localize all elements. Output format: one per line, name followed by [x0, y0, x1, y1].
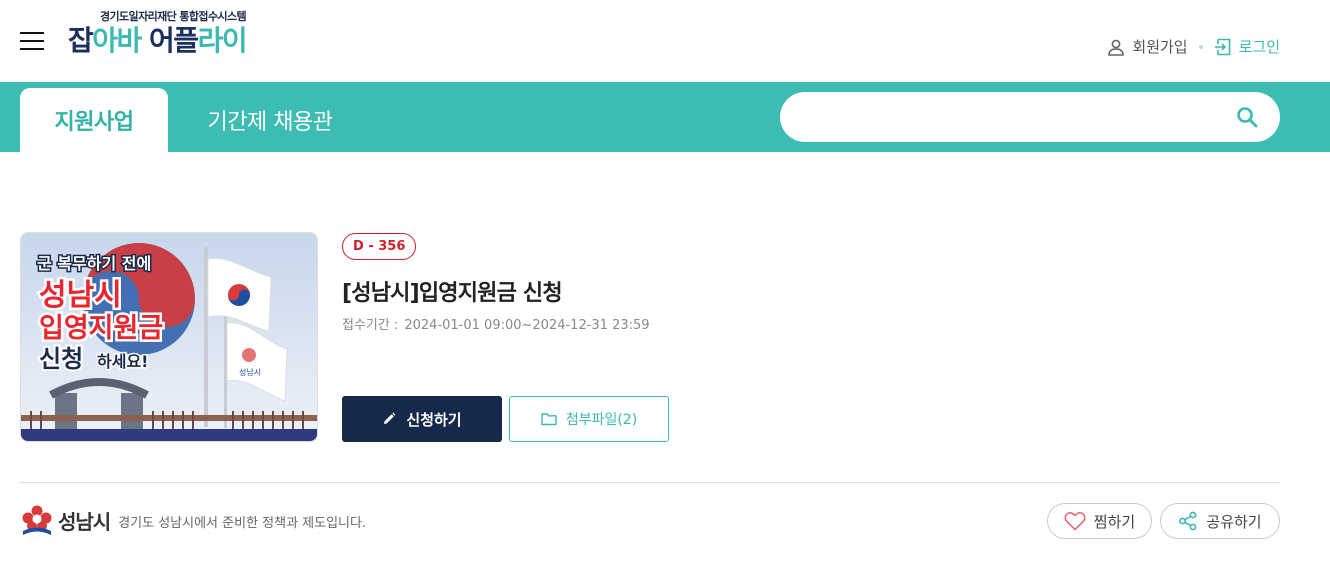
logo-part: 잡: [68, 24, 94, 57]
tab-support-programs[interactable]: 지원사업: [20, 88, 168, 152]
logo-title: 잡아바 어플라이: [68, 23, 248, 59]
share-button[interactable]: 공유하기: [1160, 503, 1280, 539]
separator-dot: [1198, 44, 1203, 49]
favorite-button[interactable]: 찜하기: [1047, 503, 1152, 539]
heart-icon: [1064, 512, 1086, 531]
login-link[interactable]: 로그인: [1214, 36, 1280, 57]
logo-subtitle: 경기도일자리재단 통합접수시스템: [100, 10, 247, 23]
dday-badge: D - 356: [342, 233, 417, 260]
share-icon: [1179, 511, 1197, 531]
attachments-button[interactable]: 첨부파일(2): [509, 396, 669, 442]
tab-fixed-term-jobs[interactable]: 기간제 채용관: [190, 88, 350, 152]
login-label: 로그인: [1238, 38, 1280, 56]
search-input[interactable]: [802, 92, 1222, 142]
thumbnail-text: 군 복무하기 전에: [37, 254, 151, 273]
program-title[interactable]: [성남시]입영지원금 신청: [342, 275, 563, 307]
search-icon[interactable]: [1236, 106, 1258, 128]
seongnam-logo-icon: [22, 505, 52, 535]
tab-bar: 지원사업 기간제 채용관: [0, 82, 1330, 152]
header: 경기도일자리재단 통합접수시스템 잡아바 어플라이 회원가입 로그인: [0, 0, 1330, 82]
thumbnail-text: 하세요!: [97, 352, 148, 371]
auth-links: 회원가입 로그인: [1107, 36, 1280, 57]
logo-part: 라이: [197, 24, 248, 57]
menu-icon[interactable]: [20, 32, 44, 50]
search-box: [780, 92, 1280, 142]
share-label: 공유하기: [1206, 512, 1262, 531]
org-description: 경기도 성남시에서 준비한 정책과 제도입니다.: [118, 515, 367, 531]
logo[interactable]: 경기도일자리재단 통합접수시스템 잡아바 어플라이: [68, 8, 298, 64]
logo-part: 어플: [149, 24, 199, 57]
org-name: 성남시: [58, 509, 111, 534]
program-thumbnail[interactable]: 성남시 군 복무하기 전에 성남시 입영지원금 신청 하세요!: [20, 232, 318, 442]
apply-button[interactable]: 신청하기: [342, 396, 502, 442]
signup-label: 회원가입: [1132, 38, 1188, 56]
flag-text: 성남시: [239, 368, 261, 377]
pencil-icon: [384, 412, 396, 424]
favorite-label: 찜하기: [1093, 512, 1136, 531]
attachments-label: 첨부파일(2): [565, 412, 638, 428]
logo-part: 아바: [92, 24, 150, 57]
period-label: 접수기간 :: [342, 318, 399, 333]
user-icon: [1108, 39, 1125, 56]
thumbnail-illustration: 성남시 군 복무하기 전에 성남시 입영지원금 신청 하세요!: [21, 233, 317, 441]
login-icon: [1214, 38, 1230, 55]
signup-link[interactable]: 회원가입: [1107, 36, 1188, 57]
period-value: 2024-01-01 09:00~2024-12-31 23:59: [404, 318, 650, 333]
organization-info: 성남시 경기도 성남시에서 준비한 정책과 제도입니다.: [20, 504, 366, 536]
divider: [20, 482, 1280, 483]
application-period: 접수기간 : 2024-01-01 09:00~2024-12-31 23:59: [342, 314, 650, 333]
folder-icon: [541, 413, 557, 426]
thumbnail-text: 성남시: [39, 278, 122, 313]
apply-label: 신청하기: [406, 410, 462, 429]
thumbnail-text: 입영지원금: [39, 313, 163, 344]
thumbnail-text: 신청: [39, 345, 83, 373]
